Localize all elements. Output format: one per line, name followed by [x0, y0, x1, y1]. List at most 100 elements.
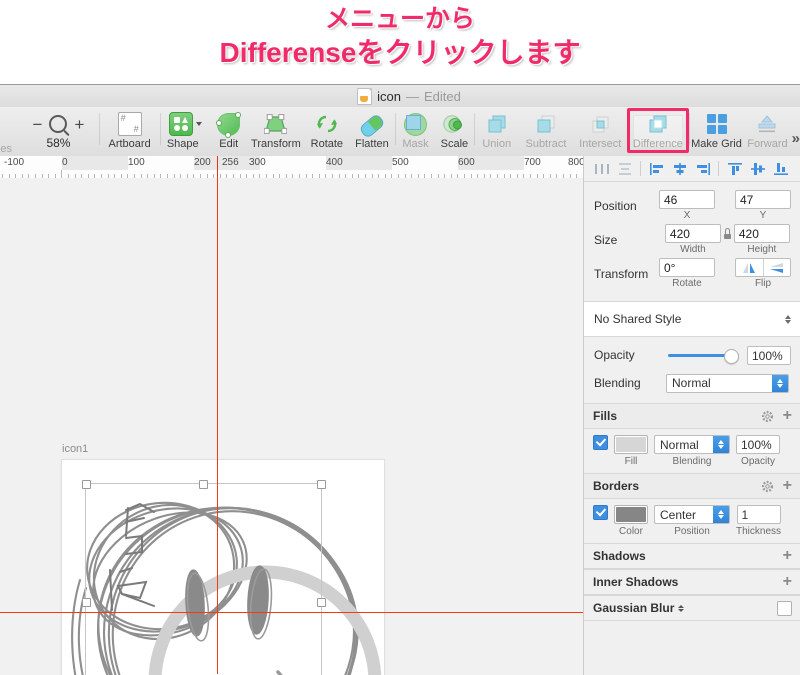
toolbar-button-scale[interactable]: Scale — [435, 107, 474, 156]
align-left-icon[interactable] — [645, 159, 668, 179]
zoom-control-group[interactable]: − + 58% — [18, 107, 98, 156]
align-bottom-icon[interactable] — [769, 159, 792, 179]
toolbar: es − + 58% # # Artboard Shape Edit Trans… — [0, 107, 800, 157]
opacity-slider[interactable] — [668, 348, 739, 364]
toolbar-label-shape: Shape — [166, 138, 199, 150]
toolbar-item-partial-left[interactable]: es — [0, 107, 18, 156]
selection-handle-top-right[interactable] — [317, 480, 326, 489]
toolbar-button-intersect[interactable]: Intersect — [574, 107, 627, 156]
align-horizontal-center-icon[interactable] — [668, 159, 691, 179]
mask-icon — [404, 112, 428, 136]
toolbar-label-union: Union — [482, 138, 512, 150]
position-x-input[interactable]: 46 — [659, 190, 715, 209]
title-dash: — — [405, 88, 419, 104]
shared-style-stepper-icon[interactable] — [785, 314, 791, 324]
toolbar-label-make-grid: Make Grid — [691, 138, 742, 150]
toolbar-button-difference[interactable]: Difference — [626, 107, 689, 156]
toolbar-label-transform: Transform — [251, 138, 301, 150]
add-shadow-button[interactable]: + — [783, 548, 792, 564]
size-row: Size 420 Width 420 Height — [594, 224, 791, 256]
toolbar-button-flatten[interactable]: Flatten — [349, 107, 396, 156]
gear-icon[interactable] — [761, 410, 774, 423]
toolbar-button-transform[interactable]: Transform — [247, 107, 305, 156]
align-top-icon[interactable] — [723, 159, 746, 179]
distribute-horizontally-icon[interactable] — [590, 159, 613, 179]
shared-style-value: No Shared Style — [594, 312, 682, 326]
toolbar-button-subtract[interactable]: Subtract — [518, 107, 573, 156]
add-fill-button[interactable]: + — [783, 408, 792, 424]
toolbar-button-rotate[interactable]: Rotate — [305, 107, 348, 156]
artboard-name-label[interactable]: icon1 — [62, 443, 88, 455]
border-position-select[interactable]: Center — [654, 505, 730, 524]
selection-handle-top-center[interactable] — [199, 480, 208, 489]
position-y-caption: Y — [759, 210, 767, 221]
position-y-input[interactable]: 47 — [735, 190, 791, 209]
ruler-label: 300 — [249, 157, 266, 168]
selection-handle-middle-left[interactable] — [82, 598, 91, 607]
zoom-in-button[interactable]: + — [74, 116, 84, 133]
flip-horizontal-icon[interactable] — [736, 259, 763, 276]
flip-vertical-icon[interactable] — [762, 259, 791, 276]
ruler-label: -100 — [4, 157, 25, 168]
toolbar-button-mask[interactable]: Mask — [396, 107, 434, 156]
toolbar-button-union[interactable]: Union — [475, 107, 518, 156]
chevron-down-icon[interactable] — [196, 122, 203, 126]
position-row: Position 46 X 47 Y — [594, 190, 791, 222]
canvas[interactable]: icon1 — [0, 178, 583, 675]
inner-shadows-section-header: Inner Shadows + — [584, 569, 800, 595]
fill-blending-select[interactable]: Normal — [654, 435, 730, 454]
horizontal-ruler[interactable]: -100 0 100 200 256 300 400 500 600 700 8… — [0, 156, 583, 179]
opacity-value-input[interactable]: 100% — [747, 345, 791, 365]
selection-handle-middle-right[interactable] — [317, 598, 326, 607]
lock-icon[interactable] — [723, 228, 732, 239]
intersect-icon — [589, 114, 611, 134]
border-thickness-caption: Thickness — [736, 526, 782, 537]
border-thickness-input[interactable]: 1 — [736, 505, 781, 524]
add-inner-shadow-button[interactable]: + — [783, 574, 792, 590]
make-grid-icon — [706, 114, 727, 134]
fill-opacity-input[interactable]: 100% — [736, 435, 780, 454]
border-enabled-checkbox[interactable] — [593, 505, 608, 520]
align-right-icon[interactable] — [691, 159, 714, 179]
toolbar-overflow-button[interactable]: » — [792, 131, 800, 146]
distribute-vertically-icon[interactable] — [613, 159, 636, 179]
fill-caption: Fill — [624, 456, 638, 467]
fill-blending-caption: Blending — [672, 456, 712, 467]
selection-handle-top-left[interactable] — [82, 480, 91, 489]
toolbar-button-edit[interactable]: Edit — [211, 107, 247, 156]
artboard-icon: # # — [117, 112, 142, 136]
ruler-label-marker: 256 — [222, 157, 239, 168]
geometry-section: Position 46 X 47 Y Size 420 Width 420 He… — [584, 182, 800, 302]
alignment-toolbar — [584, 156, 800, 182]
document-edited-state: Edited — [423, 88, 461, 104]
toolbar-label-edit: Edit — [219, 138, 239, 150]
toolbar-button-shape[interactable]: Shape — [161, 107, 211, 156]
gear-icon[interactable] — [761, 480, 774, 493]
fill-enabled-checkbox[interactable] — [593, 435, 608, 450]
ruler-marker-line — [217, 156, 218, 178]
toolbar-button-make-grid[interactable]: Make Grid — [690, 107, 743, 156]
flatten-icon — [358, 112, 386, 140]
ruler-label: 100 — [128, 157, 145, 168]
opacity-row: Opacity 100% — [584, 341, 800, 369]
border-color-swatch[interactable] — [614, 505, 648, 524]
align-vertical-center-icon[interactable] — [746, 159, 769, 179]
size-height-caption: Height — [747, 244, 777, 255]
selection-bounding-box[interactable] — [85, 483, 322, 675]
toolbar-button-artboard[interactable]: # # Artboard — [100, 107, 160, 156]
blending-select[interactable]: Normal — [666, 373, 789, 393]
magnifier-icon[interactable] — [49, 115, 68, 133]
size-width-input[interactable]: 420 — [664, 224, 721, 243]
union-icon — [486, 114, 508, 134]
shadows-header-label: Shadows — [593, 549, 646, 563]
shared-style-select[interactable]: No Shared Style — [584, 302, 800, 337]
rotate-input[interactable]: 0° — [659, 258, 715, 277]
gaussian-blur-checkbox[interactable] — [777, 600, 792, 616]
size-height-input[interactable]: 420 — [733, 224, 790, 243]
toolbar-button-forward[interactable]: Forward — [743, 107, 791, 156]
add-border-button[interactable]: + — [783, 478, 792, 494]
toolbar-label-subtract: Subtract — [525, 138, 567, 150]
blur-type-stepper-icon[interactable] — [678, 604, 685, 612]
fill-color-swatch[interactable] — [614, 435, 648, 454]
zoom-out-button[interactable]: − — [33, 116, 43, 133]
